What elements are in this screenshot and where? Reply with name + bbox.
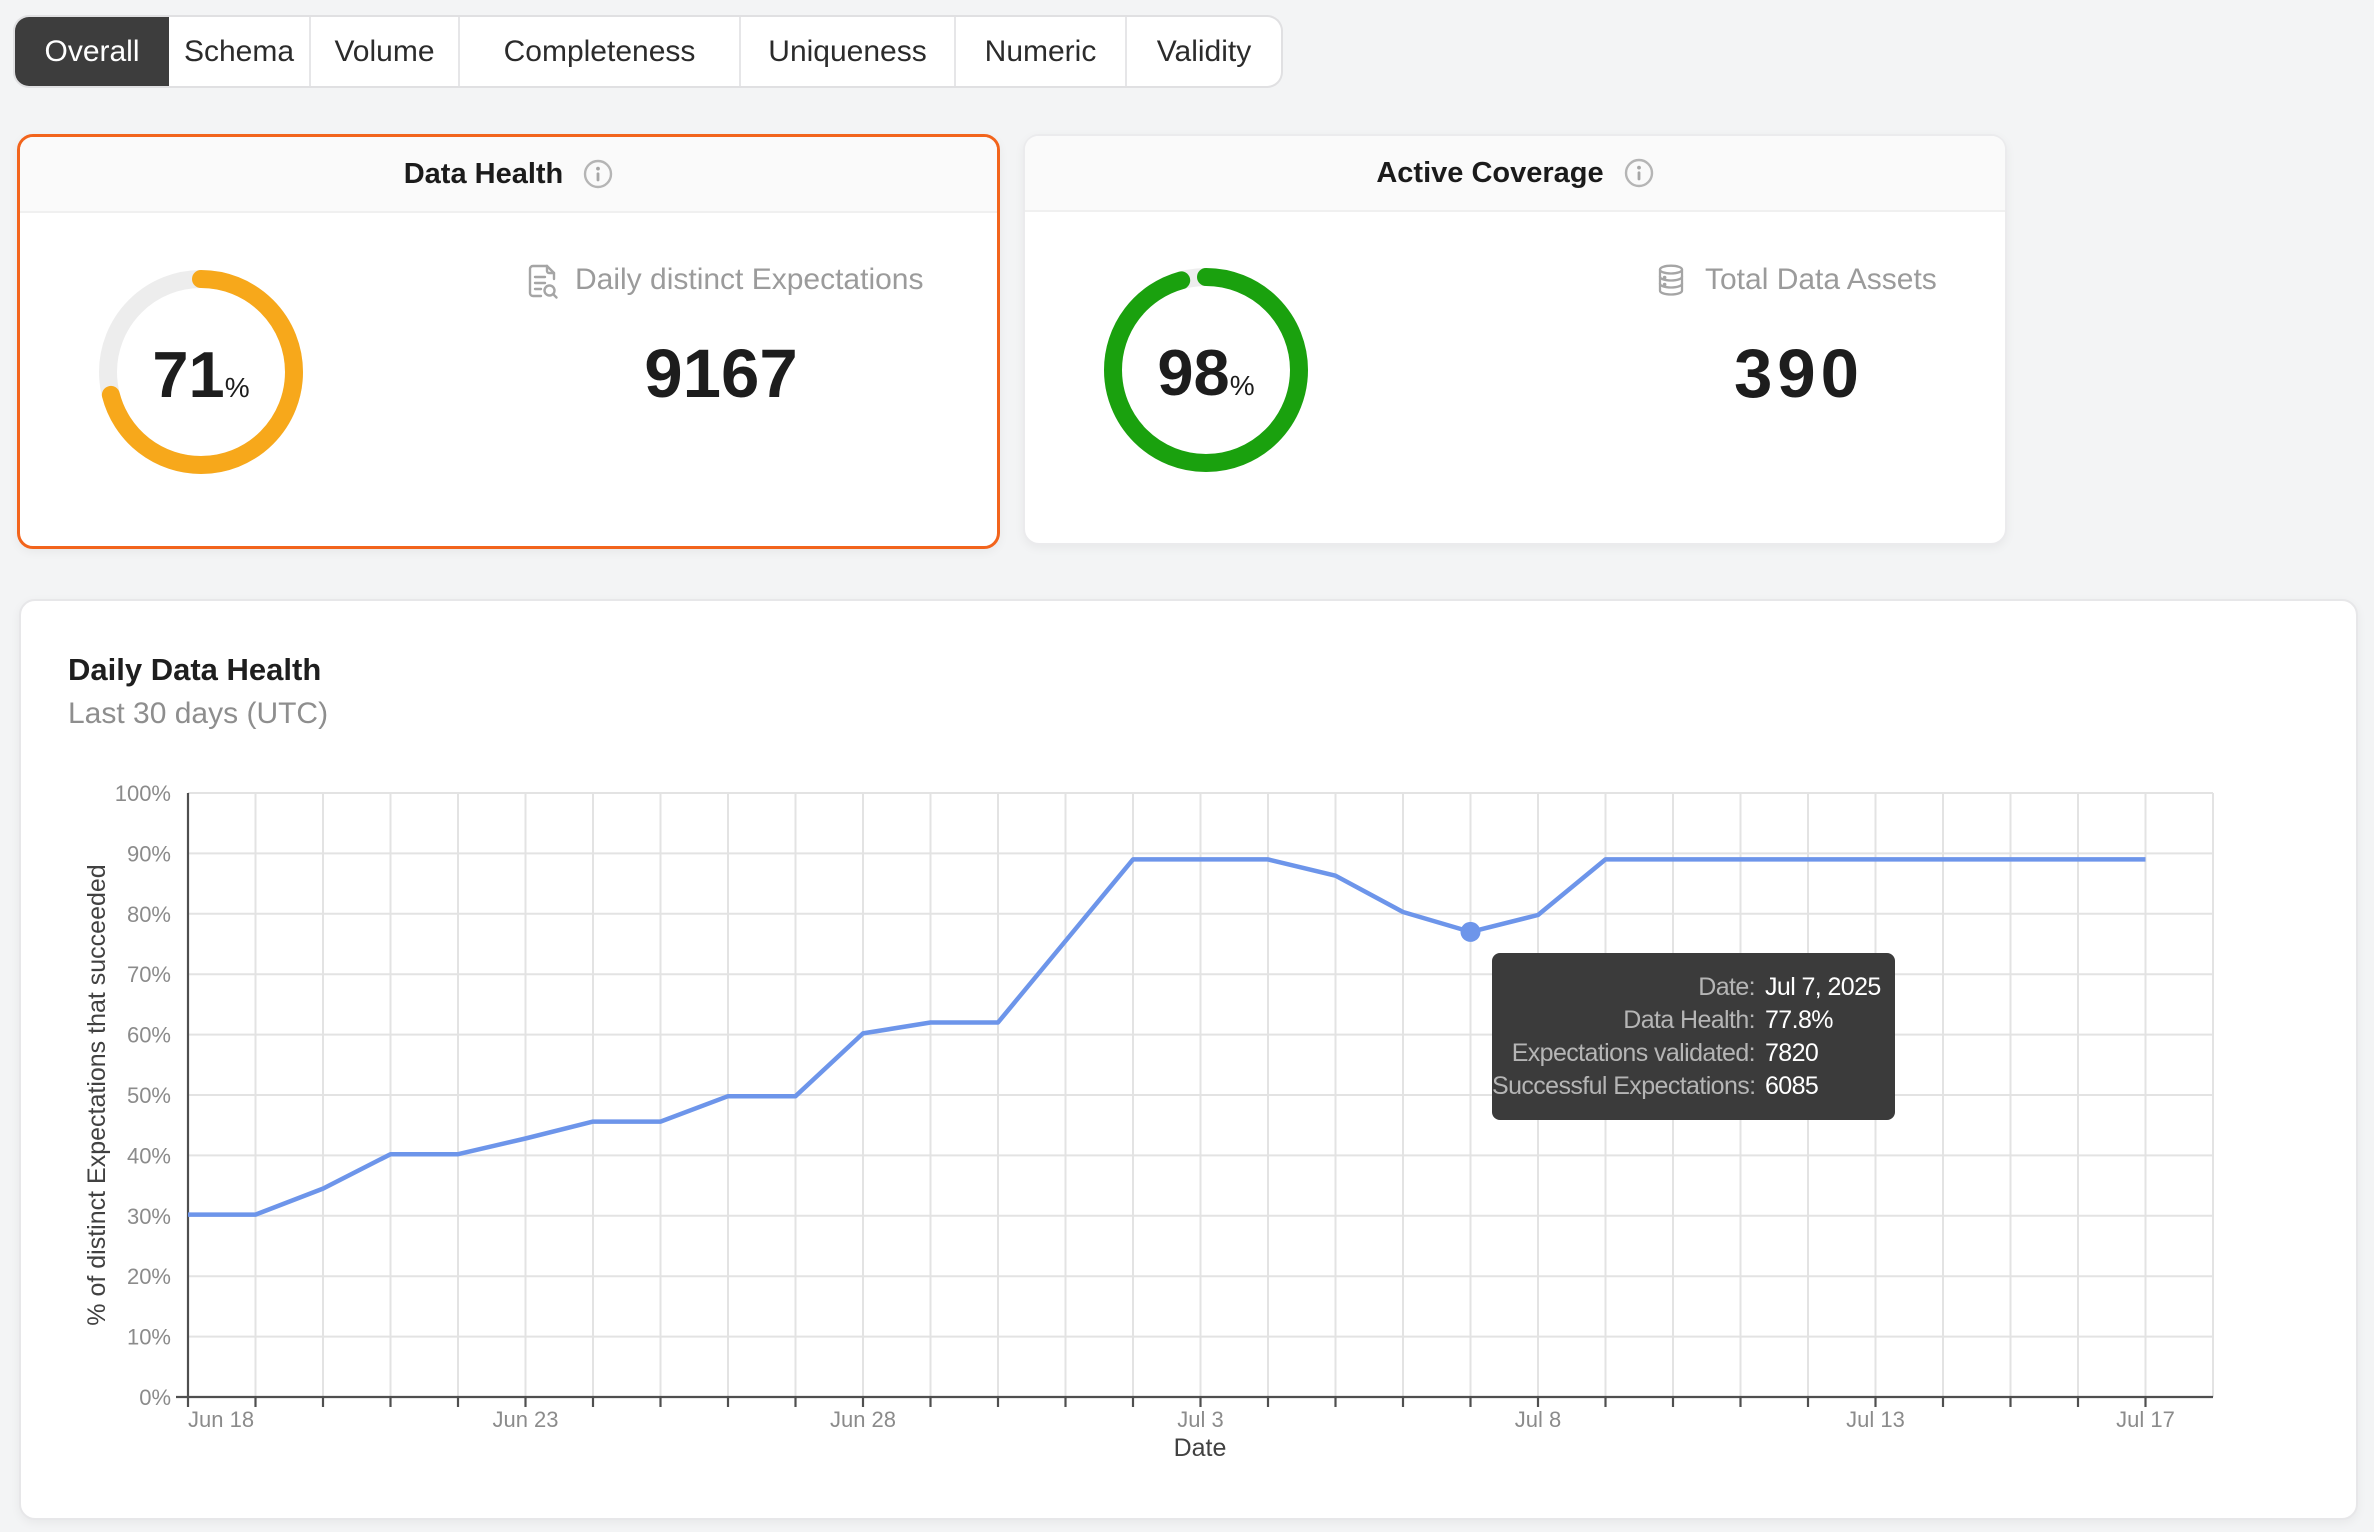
svg-text:Jun 18: Jun 18: [188, 1407, 254, 1432]
svg-text:10%: 10%: [127, 1325, 171, 1350]
svg-text:70%: 70%: [127, 962, 171, 987]
svg-text:% of distinct Expectations tha: % of distinct Expectations that succeede…: [83, 864, 111, 1325]
svg-text:50%: 50%: [127, 1083, 171, 1108]
svg-text:80%: 80%: [127, 902, 171, 927]
svg-text:60%: 60%: [127, 1023, 171, 1048]
svg-text:0%: 0%: [139, 1385, 171, 1410]
svg-text:Jul 17: Jul 17: [2116, 1407, 2175, 1432]
svg-text:20%: 20%: [127, 1264, 171, 1289]
svg-text:Jun 23: Jun 23: [492, 1407, 558, 1432]
svg-text:40%: 40%: [127, 1143, 171, 1168]
svg-text:Jul 3: Jul 3: [1177, 1407, 1223, 1432]
svg-text:30%: 30%: [127, 1204, 171, 1229]
svg-text:Date: Date: [1174, 1434, 1227, 1462]
svg-text:100%: 100%: [115, 781, 171, 806]
svg-text:Jun 28: Jun 28: [830, 1407, 896, 1432]
svg-text:Jul 8: Jul 8: [1515, 1407, 1561, 1432]
svg-text:90%: 90%: [127, 841, 171, 866]
svg-text:Jul 13: Jul 13: [1846, 1407, 1905, 1432]
